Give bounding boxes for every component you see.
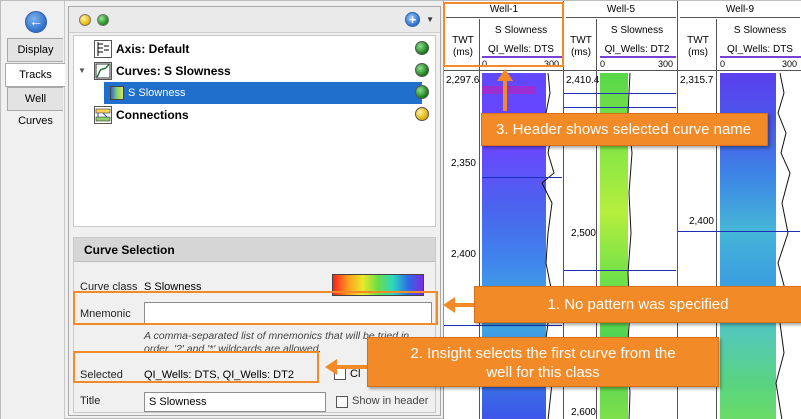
scale-max: 300 (658, 59, 674, 69)
tree-node-label: Connections (116, 108, 189, 122)
title-input[interactable]: S Slowness (144, 392, 326, 412)
mnemonic-highlight-box (73, 291, 438, 325)
tree-node-label: Curves: S Slowness (116, 64, 231, 78)
tree-node-curves[interactable]: ▼ Curves: S Slowness (74, 60, 435, 82)
selected-highlight-box (73, 351, 319, 383)
left-arrow-icon (443, 297, 475, 313)
app-window: ← Display Tracks Well Curves + ▼ Axis: D… (0, 0, 801, 419)
callout-selected: 2. Insight selects the first curve from … (367, 337, 719, 387)
tree-node-connections[interactable]: Connections (74, 104, 435, 126)
callout-no-pattern: 1. No pattern was specified (474, 286, 801, 323)
tree-node-axis[interactable]: Axis: Default (74, 38, 435, 60)
up-arrow-icon (497, 69, 513, 111)
green-status-icon (97, 14, 109, 26)
well-name: Well-9 (680, 4, 800, 18)
horizon-line (564, 270, 676, 271)
callout-header: 3. Header shows selected curve name (481, 113, 768, 146)
green-status-icon (415, 85, 429, 99)
section-title: Curve Selection (74, 238, 435, 262)
yellow-status-icon (79, 14, 91, 26)
tree-node-label: Axis: Default (116, 42, 190, 56)
axis-unit: (ms) (688, 47, 708, 58)
horizon-line (678, 231, 800, 232)
well-name: Well-5 (566, 4, 676, 18)
curve-header-line (720, 56, 801, 58)
dropdown-caret-icon[interactable]: ▼ (426, 15, 434, 24)
expand-chevron-icon[interactable]: ▼ (78, 66, 86, 75)
curve-swatch-icon (110, 86, 124, 100)
axis-icon (94, 40, 112, 58)
curve-title: S Slowness (610, 25, 664, 36)
axis-unit: (ms) (571, 47, 591, 58)
tab-tracks[interactable]: Tracks (5, 63, 65, 87)
green-status-icon (415, 63, 429, 77)
tree-node-s-slowness[interactable]: S Slowness (74, 82, 435, 104)
scale-min: 0 (720, 59, 726, 69)
show-in-header-label: Show in header (352, 395, 429, 407)
curve-source: QI_Wells: DT2 (604, 44, 670, 55)
curve-header-line (600, 56, 676, 58)
depth-label: 2,400 (450, 249, 476, 260)
horizon-line (482, 177, 562, 178)
curve-source: QI_Wells: DTS (727, 44, 793, 55)
curves-icon (94, 62, 112, 80)
title-label: Title (80, 395, 101, 407)
tab-display[interactable]: Display (7, 38, 63, 62)
tab-strip: ← Display Tracks Well Curves (1, 1, 65, 419)
horizon-line (564, 107, 676, 108)
axis-label: TWT (570, 35, 592, 46)
header-divider (564, 70, 677, 71)
callout-line: well for this class (486, 364, 600, 381)
header-highlight-box (443, 2, 564, 67)
depth-label: 2,297.6 (446, 75, 480, 86)
curve-title: S Slowness (733, 25, 787, 36)
connections-icon (94, 106, 112, 124)
axis-label: TWT (687, 35, 709, 46)
depth-label: 2,410.4 (566, 75, 600, 86)
add-icon[interactable]: + (405, 12, 420, 27)
panel-toolbar: + ▼ (69, 7, 440, 33)
tree-node-label: S Slowness (128, 87, 186, 99)
left-arrow-icon (325, 359, 367, 375)
green-status-icon (415, 41, 429, 55)
callout-line: 2. Insight selects the first curve from … (410, 345, 676, 362)
scale-min: 0 (600, 59, 606, 69)
depth-label: 2,315.7 (680, 75, 714, 86)
depth-label: 2,600 (570, 407, 596, 418)
depth-label: 2,500 (570, 228, 596, 239)
horizon-line (564, 93, 676, 94)
tab-well-curves[interactable]: Well Curves (7, 87, 63, 127)
show-in-header-checkbox[interactable] (336, 396, 348, 408)
yellow-status-icon (415, 107, 429, 121)
depth-label: 2,400 (688, 216, 714, 227)
horizon-line (444, 325, 562, 326)
depth-label: 2,350 (450, 158, 476, 169)
tracks-tree: Axis: Default ▼ Curves: S Slowness S Slo… (73, 35, 436, 227)
header-divider (678, 70, 801, 71)
scale-max: 300 (782, 59, 798, 69)
back-arrow-icon[interactable]: ← (25, 11, 47, 33)
